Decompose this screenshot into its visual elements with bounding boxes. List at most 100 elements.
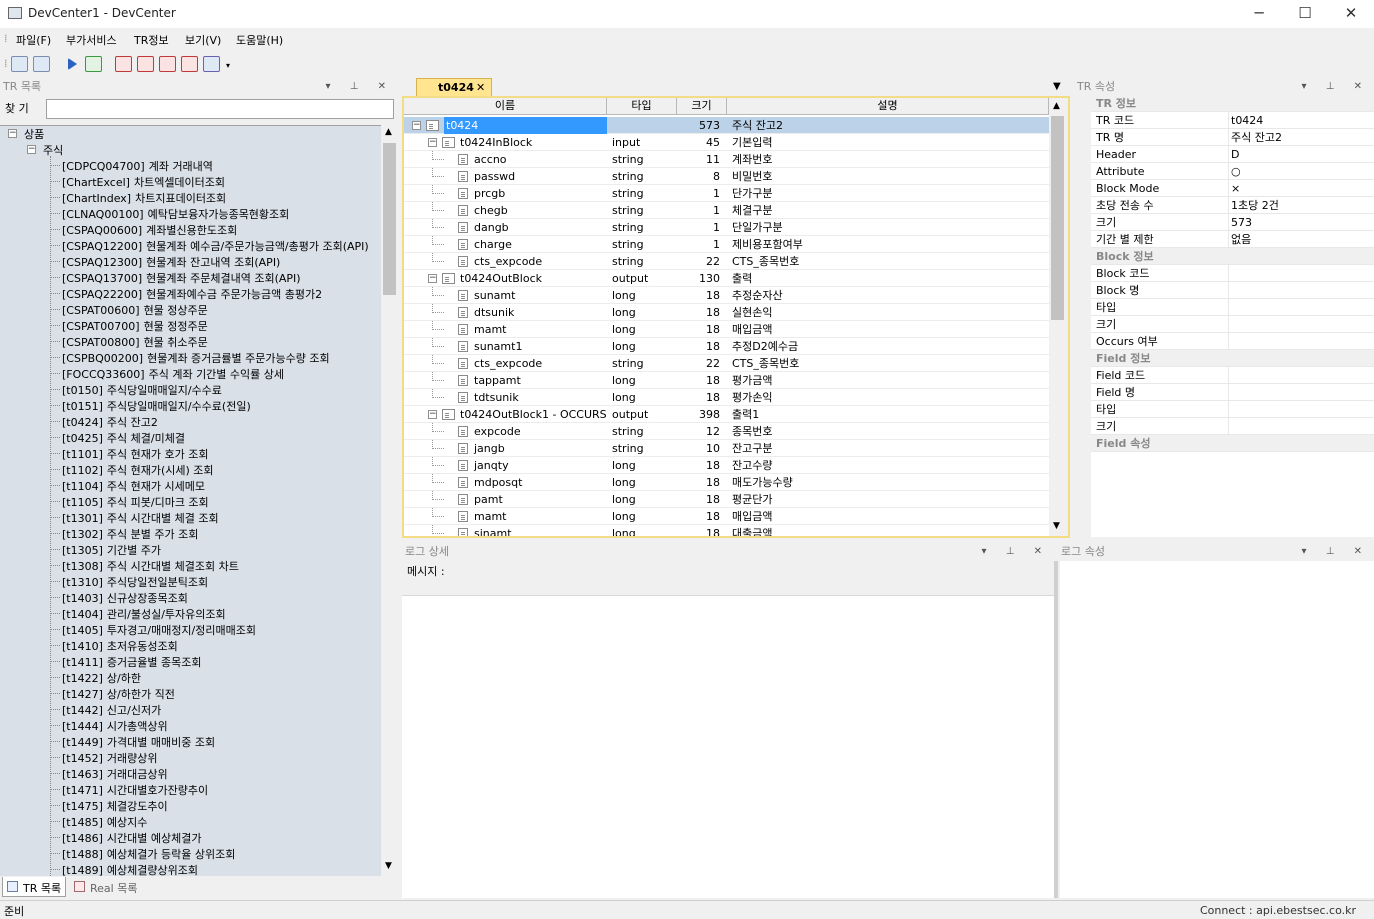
prop-row[interactable]: Block Mode × xyxy=(1091,180,1374,197)
tr-list-item[interactable]: [t1449] 가격대별 매매비중 조회 xyxy=(62,734,215,750)
tr-list-item[interactable]: [ChartIndex] 차트지표데이터조회 xyxy=(62,190,226,206)
grid-row[interactable]: jangb string 10 잔고구분 xyxy=(404,440,1049,457)
grid-row[interactable]: dangb string 1 단일가구분 xyxy=(404,219,1049,236)
row-collapse-icon[interactable]: − xyxy=(428,138,437,147)
toolbar-overflow-icon[interactable]: ▾ xyxy=(226,61,230,70)
tab-list-dropdown-icon[interactable]: ▼ xyxy=(1053,81,1061,92)
prop-row[interactable]: Block 코드 xyxy=(1091,265,1374,282)
grid-scroll-thumb[interactable] xyxy=(1051,116,1064,320)
tab-real-list[interactable]: Real 목록 xyxy=(70,877,140,897)
search-input[interactable] xyxy=(46,99,394,119)
menu-view[interactable]: 보기(V) xyxy=(185,32,221,48)
tr-list-item[interactable]: [t0425] 주식 체결/미체결 xyxy=(62,430,185,446)
panel-controls-icon[interactable]: ▾ ⊥ ✕ xyxy=(326,78,394,96)
group-collapse-icon[interactable]: − xyxy=(27,145,36,154)
grid-row[interactable]: tdtsunik long 18 평가손익 xyxy=(404,389,1049,406)
tr-list-item[interactable]: [t0150] 주식당일매매일지/수수료 xyxy=(62,382,222,398)
tab-t0424[interactable]: t0424 ✕ xyxy=(416,78,492,97)
open-icon[interactable] xyxy=(11,56,28,72)
prop-row[interactable]: Attribute ○ xyxy=(1091,163,1374,180)
grid-row[interactable]: prcgb string 1 단가구분 xyxy=(404,185,1049,202)
grid-scroll-up-icon[interactable]: ▲ xyxy=(1053,101,1060,111)
tr-list-item[interactable]: [t1102] 주식 현재가(시세) 조회 xyxy=(62,462,214,478)
tree-group[interactable]: 주식 xyxy=(43,142,63,158)
tool-r-icon[interactable] xyxy=(159,56,176,72)
prop-row[interactable]: 크기 xyxy=(1091,418,1374,435)
tr-list-item[interactable]: [CSPAQ00600] 계좌별신용한도조회 xyxy=(62,222,237,238)
col-header-type[interactable]: 타입 xyxy=(607,98,677,115)
prop-row[interactable]: TR 명 주식 잔고2 xyxy=(1091,129,1374,146)
minimize-button[interactable]: ─ xyxy=(1236,0,1282,28)
prop-row[interactable]: 기간 별 제한 없음 xyxy=(1091,231,1374,248)
scroll-up-icon[interactable]: ▲ xyxy=(385,127,392,137)
menu-addon[interactable]: 부가서비스 xyxy=(66,32,117,48)
tr-list-item[interactable]: [t1305] 기간별 주가 xyxy=(62,542,161,558)
prop-row[interactable]: 타입 xyxy=(1091,299,1374,316)
tr-field-grid[interactable]: 이름 타입 크기 설명 − t0424 573 주식 잔고2− t0424InBlock… xyxy=(404,98,1066,536)
log-props-body[interactable] xyxy=(1060,561,1374,898)
tr-list-item[interactable]: [t1403] 신규상장종목조회 xyxy=(62,590,188,606)
prop-row[interactable]: 초당 전송 수 1초당 2건 xyxy=(1091,197,1374,214)
root-collapse-icon[interactable]: − xyxy=(8,129,17,138)
tool-paste-icon[interactable] xyxy=(181,56,198,72)
tr-list-item[interactable]: [CSPAQ22200] 현물계좌예수금 주문가능금액 총평가2 xyxy=(62,286,322,302)
tool-copy-icon[interactable] xyxy=(137,56,154,72)
row-collapse-icon[interactable]: − xyxy=(428,274,437,283)
tr-list-item[interactable]: [t1404] 관리/불성실/투자유의조회 xyxy=(62,606,226,622)
tr-list-item[interactable]: [CSPAT00600] 현물 정상주문 xyxy=(62,302,208,318)
grid-row[interactable]: charge string 1 제비용포함여부 xyxy=(404,236,1049,253)
tr-list-item[interactable]: [FOCCQ33600] 주식 계좌 기간별 수익률 상세 xyxy=(62,366,284,382)
row-collapse-icon[interactable]: − xyxy=(428,410,437,419)
maximize-button[interactable]: ☐ xyxy=(1282,0,1328,28)
tr-list-item[interactable]: [t1489] 예상체결량상위조회 xyxy=(62,862,198,876)
prop-row[interactable]: TR 코드 t0424 xyxy=(1091,112,1374,129)
grid-row[interactable]: sunamt long 18 추정순자산 xyxy=(404,287,1049,304)
tr-list-item[interactable]: [t1488] 예상체결가 등락율 상위조회 xyxy=(62,846,235,862)
tr-list-item[interactable]: [t1410] 초저유동성조회 xyxy=(62,638,178,654)
menu-trinfo[interactable]: TR정보 xyxy=(134,32,169,48)
tr-list-item[interactable]: [t0424] 주식 잔고2 xyxy=(62,414,158,430)
tr-list-item[interactable]: [t1105] 주식 피봇/디마크 조회 xyxy=(62,494,209,510)
grid-row[interactable]: sunamt1 long 18 추정D2예수금 xyxy=(404,338,1049,355)
tr-list-item[interactable]: [CLNAQ00100] 예탁담보융자가능종목현황조회 xyxy=(62,206,289,222)
grid-row[interactable]: pamt long 18 평균단가 xyxy=(404,491,1049,508)
log-props-controls-icon[interactable]: ▾ ⊥ ✕ xyxy=(1302,543,1370,561)
tr-tree-scrollbar[interactable]: ▲ ▼ xyxy=(381,125,398,876)
log-detail-controls-icon[interactable]: ▾ ⊥ ✕ xyxy=(982,543,1050,561)
col-header-size[interactable]: 크기 xyxy=(677,98,727,115)
grid-row[interactable]: − t0424OutBlock1 - OCCURS output 398 출력1 xyxy=(404,406,1049,423)
grid-row[interactable]: passwd string 8 비밀번호 xyxy=(404,168,1049,185)
tr-props-controls-icon[interactable]: ▾ ⊥ ✕ xyxy=(1302,78,1370,96)
tr-list-item[interactable]: [CSPAQ13700] 현물계좌 주문체결내역 조회(API) xyxy=(62,270,301,286)
tr-list-item[interactable]: [CSPAT00700] 현물 정정주문 xyxy=(62,318,208,334)
grid-row[interactable]: sinamt long 18 대출금액 xyxy=(404,525,1049,536)
tool-c-icon[interactable] xyxy=(115,56,132,72)
grid-row[interactable]: tappamt long 18 평가금액 xyxy=(404,372,1049,389)
tr-list-item[interactable]: [t1422] 상/하한 xyxy=(62,670,141,686)
grid-scrollbar[interactable]: ▲ ▼ xyxy=(1049,98,1066,536)
tr-tree[interactable]: − 상품 − 주식 [CDPCQ04700] 계좌 거래내역 [ChartExcel] 차트엑… xyxy=(0,125,381,876)
splitter[interactable] xyxy=(1054,561,1058,898)
tr-list-item[interactable]: [t1471] 시간대별호가잔량추이 xyxy=(62,782,208,798)
tr-list-item[interactable]: [t1310] 주식당일전일분틱조회 xyxy=(62,574,208,590)
grid-row[interactable]: chegb string 1 체결구분 xyxy=(404,202,1049,219)
prop-row[interactable]: Block 명 xyxy=(1091,282,1374,299)
grid-row[interactable]: accno string 11 계좌번호 xyxy=(404,151,1049,168)
tr-list-item[interactable]: [t1486] 시간대별 예상체결가 xyxy=(62,830,201,846)
tr-list-item[interactable]: [t1301] 주식 시간대별 체결 조회 xyxy=(62,510,219,526)
tr-list-item[interactable]: [t1101] 주식 현재가 호가 조회 xyxy=(62,446,208,462)
grid-row[interactable]: cts_expcode string 22 CTS_종목번호 xyxy=(404,355,1049,372)
tab-close-icon[interactable]: ✕ xyxy=(476,81,485,94)
tr-props-grid[interactable]: TR 정보 TR 코드 t0424 TR 명 주식 잔고2 Header D Attribut… xyxy=(1091,95,1374,537)
menu-help[interactable]: 도움말(H) xyxy=(236,32,283,48)
tr-list-item[interactable]: [t1411] 증거금율별 종목조회 xyxy=(62,654,201,670)
grid-row[interactable]: cts_expcode string 22 CTS_종목번호 xyxy=(404,253,1049,270)
save-icon[interactable] xyxy=(33,56,50,72)
scroll-thumb[interactable] xyxy=(383,143,396,295)
menu-file[interactable]: 파일(F) xyxy=(16,32,51,48)
row-collapse-icon[interactable]: − xyxy=(412,121,421,130)
tab-tr-list[interactable]: TR 목록 xyxy=(2,877,66,897)
tr-list-item[interactable]: [t0151] 주식당일매매일지/수수료(전일) xyxy=(62,398,251,414)
log-detail-body[interactable] xyxy=(402,596,1054,898)
tr-list-item[interactable]: [CSPBQ00200] 현물계좌 증거금률별 주문가능수량 조회 xyxy=(62,350,330,366)
